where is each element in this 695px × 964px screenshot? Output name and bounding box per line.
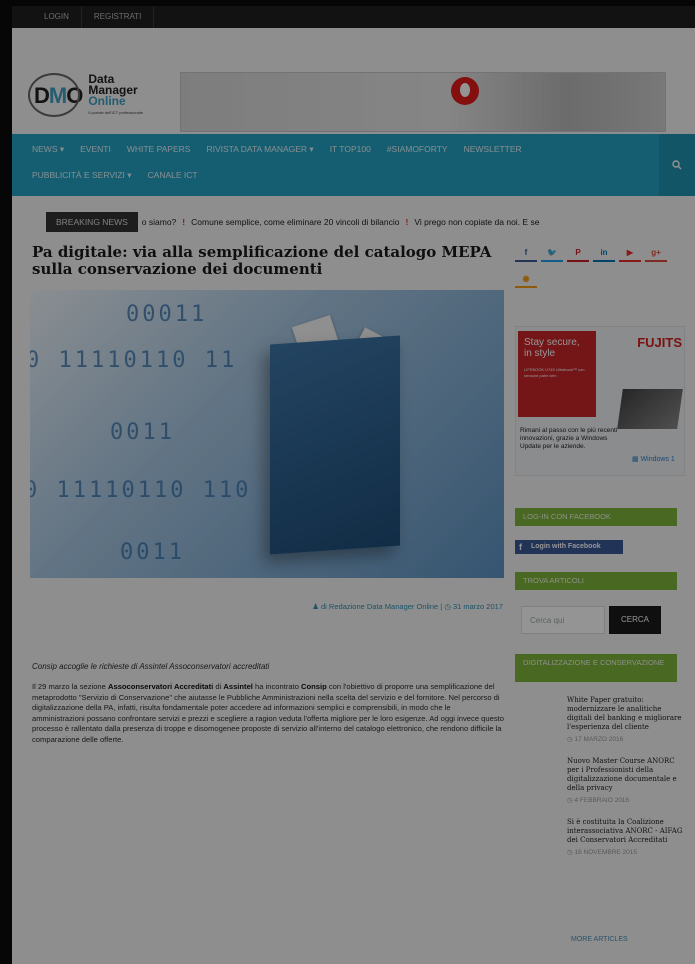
- nav-row-2: PUBBLICITÀ E SERVIZI ▾ CANALE ICT: [32, 168, 214, 182]
- logo-mark: DMO: [28, 73, 83, 117]
- article-lead: Consip accoglie le richieste di Assintel…: [32, 662, 270, 671]
- sidebar-ad[interactable]: FUJITS Stay secure, in style LIFEBOOK U7…: [515, 326, 685, 476]
- linkedin-icon[interactable]: in: [593, 244, 615, 262]
- top-bar: LOGIN REGISTRATI: [12, 6, 695, 28]
- facebook-login-button[interactable]: Login with Facebook: [515, 540, 623, 554]
- breaking-news-bar: BREAKING NEWS o siamo?! Comune semplice, …: [46, 212, 666, 232]
- search-button[interactable]: CERCA: [609, 606, 661, 634]
- sidebar-article-date: ◷ 17 MARZO 2016: [567, 736, 624, 743]
- search-heading: TROVA ARTICOLI: [515, 572, 677, 590]
- search-icon[interactable]: [659, 134, 695, 196]
- rss-icon[interactable]: ◉: [515, 270, 537, 288]
- author-link[interactable]: di Redazione Data Manager Online: [321, 602, 438, 611]
- sidebar-article[interactable]: Nuovo Master Course ANORC per i Professi…: [515, 757, 685, 804]
- more-articles-link[interactable]: MORE ARTICLES: [571, 936, 628, 943]
- site-logo[interactable]: DMO Data Manager Online Il portale dell'…: [28, 72, 144, 118]
- sidebar-article-date: ◷ 4 FEBBRAIO 2016: [567, 797, 630, 804]
- sidebar-article-title[interactable]: Nuovo Master Course ANORC per i Professi…: [567, 757, 685, 793]
- logo-text: Data Manager Online Il portale dell'ICT …: [88, 72, 144, 115]
- breaking-news-label: BREAKING NEWS: [46, 212, 138, 232]
- article-title: Pa digitale: via alla semplificazione de…: [32, 243, 492, 278]
- sidebar-article[interactable]: White Paper gratuito: modernizzare le an…: [515, 696, 685, 743]
- pinterest-icon[interactable]: P: [567, 244, 589, 262]
- social-links: f 🐦 Pin ▶ g+ ◉: [515, 244, 675, 296]
- search-input[interactable]: Cerca qui: [521, 606, 605, 634]
- article-date: 31 marzo 2017: [452, 602, 503, 611]
- main-navigation: NEWS ▾ EVENTI WHITE PAPERS RIVISTA DATA MAN…: [12, 134, 695, 196]
- folder-icon: [270, 335, 400, 555]
- register-link[interactable]: REGISTRATI: [82, 6, 155, 28]
- facebook-login-heading: LOG-IN CON FACEBOOK: [515, 508, 677, 526]
- laptop-image: [617, 389, 683, 429]
- logo-ring: [28, 73, 80, 117]
- youtube-icon[interactable]: ▶: [619, 244, 641, 262]
- nav-item[interactable]: RIVISTA DATA MANAGER ▾: [206, 142, 313, 156]
- user-icon: ♟: [312, 602, 319, 611]
- ad-copy: Rimani al passo con le più recenti innov…: [520, 427, 618, 450]
- alert-icon: !: [405, 217, 409, 227]
- nav-item[interactable]: PUBBLICITÀ E SERVIZI ▾: [32, 168, 132, 182]
- nav-item[interactable]: NEWS ▾: [32, 142, 64, 156]
- nav-item[interactable]: CANALE ICT: [148, 168, 198, 182]
- sidebar-article-list: White Paper gratuito: modernizzare le an…: [515, 696, 685, 870]
- nav-item[interactable]: NEWSLETTER: [464, 142, 522, 156]
- nav-item[interactable]: #SIAMOFORTY: [387, 142, 448, 156]
- nav-item[interactable]: WHITE PAPERS: [127, 142, 191, 156]
- article-byline: ♟ di Redazione Data Manager Online | ◷ 3…: [312, 602, 503, 611]
- sidebar-article[interactable]: Si è costituita la Coalizione interassoc…: [515, 818, 685, 856]
- twitter-icon[interactable]: 🐦: [541, 244, 563, 262]
- nav-item[interactable]: EVENTI: [80, 142, 111, 156]
- facebook-icon[interactable]: f: [515, 244, 537, 262]
- sidebar: f 🐦 Pin ▶ g+ ◉ FUJITS Stay secure, in style L…: [515, 244, 685, 943]
- page: LOGIN REGISTRATI DMO Data Manager Online…: [12, 6, 695, 964]
- article-hero-image: 00011 0 11110110 11 0011 0 11110110 110 …: [30, 290, 504, 578]
- sidebar-article-title[interactable]: White Paper gratuito: modernizzare le an…: [567, 696, 685, 732]
- clock-icon: ◷: [444, 602, 451, 611]
- vodafone-logo-icon: [451, 77, 479, 105]
- ad-red-panel: Stay secure, in style LIFEBOOK U745 Ultr…: [518, 331, 596, 417]
- login-link[interactable]: LOGIN: [32, 6, 82, 28]
- article-body: Il 29 marzo la sezione Assoconservatori …: [32, 682, 504, 744]
- ad-brand: FUJITS: [637, 335, 682, 350]
- site-header: DMO Data Manager Online Il portale dell'…: [12, 28, 695, 134]
- breaking-news-ticker[interactable]: o siamo?! Comune semplice, come eliminare…: [138, 217, 540, 227]
- sidebar-search: Cerca qui CERCA: [521, 606, 661, 634]
- category-heading: DIGITALIZZAZIONE E CONSERVAZIONE: [515, 654, 677, 682]
- alert-icon: !: [182, 217, 186, 227]
- header-banner-ad[interactable]: [180, 72, 666, 132]
- sidebar-article-date: ◷ 16 NOVEMBRE 2015: [567, 849, 637, 856]
- windows-logo-icon: ▦ Windows 1: [632, 456, 675, 463]
- sidebar-article-title[interactable]: Si è costituita la Coalizione interassoc…: [567, 818, 685, 845]
- nav-item[interactable]: IT TOP100: [330, 142, 371, 156]
- nav-row-1: NEWS ▾ EVENTI WHITE PAPERS RIVISTA DATA MAN…: [32, 142, 538, 156]
- googleplus-icon[interactable]: g+: [645, 244, 667, 262]
